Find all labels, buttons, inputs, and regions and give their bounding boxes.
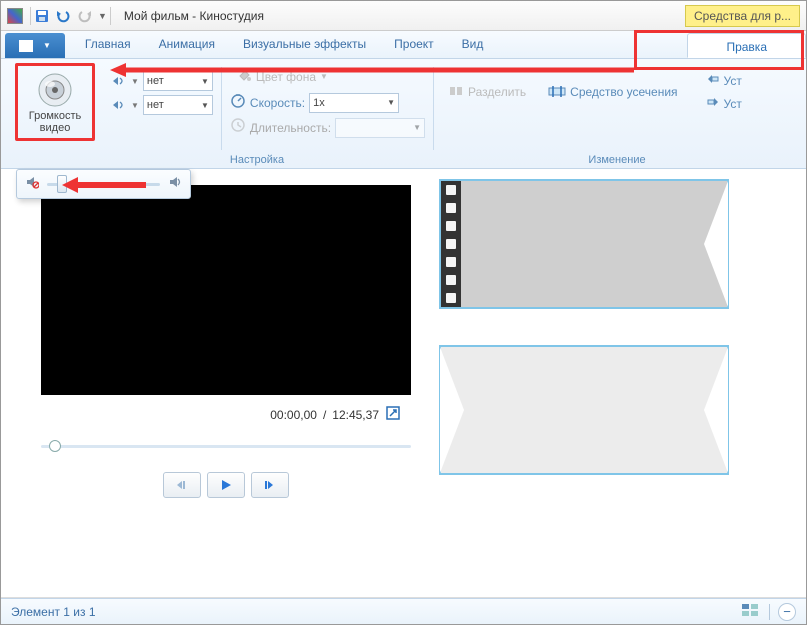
chevron-down-icon: ▼: [197, 77, 209, 86]
zoom-out-button[interactable]: −: [778, 603, 796, 621]
chevron-down-icon: ▼: [43, 41, 51, 50]
fade-in-icon: [111, 74, 127, 88]
duration-icon: [230, 117, 246, 138]
film-icon: [19, 40, 33, 52]
speed-icon: [230, 92, 246, 113]
duration-combo: ▼: [335, 118, 425, 138]
video-volume-label: Громкость видео: [24, 110, 86, 134]
timeline-clip[interactable]: [439, 345, 729, 475]
save-icon[interactable]: [34, 8, 50, 24]
video-preview[interactable]: [41, 185, 411, 395]
volume-thumb[interactable]: [57, 175, 67, 193]
fade-out-combo[interactable]: нет ▼: [143, 95, 213, 115]
tab-project[interactable]: Проект: [380, 31, 448, 58]
seek-track: [41, 445, 411, 448]
chevron-down-icon: ▼: [131, 101, 139, 110]
bgcolor-label: Цвет фона: [256, 70, 316, 84]
video-volume-button[interactable]: Громкость видео: [15, 63, 95, 141]
speaker-icon: [35, 70, 75, 110]
trim-tool-button[interactable]: Средство усечения: [542, 71, 683, 113]
set-start-button[interactable]: Уст: [700, 71, 748, 90]
speed-combo[interactable]: 1x ▼: [309, 93, 399, 113]
paint-bucket-icon: [236, 67, 252, 86]
undo-icon[interactable]: [54, 8, 72, 24]
seek-bar[interactable]: [41, 438, 411, 454]
bgcolor-button[interactable]: Цвет фона ▼: [230, 65, 334, 88]
app-icon: [7, 8, 23, 24]
tab-visual-effects[interactable]: Визуальные эффекты: [229, 31, 380, 58]
chevron-down-icon: ▼: [131, 77, 139, 86]
seek-thumb[interactable]: [49, 440, 61, 452]
split-label: Разделить: [468, 85, 526, 99]
film-strip-icon: [441, 181, 461, 307]
set-end-label: Уст: [724, 97, 742, 111]
speed-label: Скорость:: [250, 96, 305, 110]
volume-slider-popup: [16, 169, 191, 199]
divider: [30, 7, 31, 25]
clip-thumbnail: [441, 347, 727, 473]
time-total: 12:45,37: [332, 408, 379, 422]
tab-home[interactable]: Главная: [71, 31, 145, 58]
chevron-down-icon: ▼: [383, 98, 395, 107]
chevron-down-icon: ▼: [409, 123, 421, 132]
context-tab-tools[interactable]: Средства для р...: [685, 5, 800, 27]
trim-tool-label: Средство усечения: [570, 85, 677, 99]
group-label-settings: Настройка: [230, 154, 284, 168]
tab-animation[interactable]: Анимация: [145, 31, 229, 58]
fade-in-value: нет: [147, 75, 164, 87]
fade-out-icon: [111, 98, 127, 112]
chevron-down-icon: ▼: [320, 72, 328, 81]
speed-value: 1x: [313, 97, 325, 109]
play-button[interactable]: [207, 472, 245, 498]
volume-slider[interactable]: [47, 183, 160, 186]
prev-frame-button[interactable]: [163, 472, 201, 498]
split-button: Разделить: [442, 71, 532, 113]
tab-edit[interactable]: Правка: [687, 33, 806, 58]
tab-view[interactable]: Вид: [448, 31, 498, 58]
thumbnails-view-icon[interactable]: [741, 602, 761, 621]
divider: [110, 7, 111, 25]
group-label-change: Изменение: [588, 154, 645, 168]
duration-label: Длительность:: [250, 121, 331, 135]
window-title: Мой фильм - Киностудия: [124, 9, 264, 23]
speaker-icon: [168, 175, 182, 194]
marker-icon: [706, 96, 720, 111]
fullscreen-icon[interactable]: [385, 405, 401, 424]
fade-out-value: нет: [147, 99, 164, 111]
speaker-muted-icon: [25, 175, 39, 194]
trim-icon: [548, 84, 566, 101]
next-frame-button[interactable]: [251, 472, 289, 498]
chevron-down-icon: ▼: [197, 101, 209, 110]
status-item-count: Элемент 1 из 1: [11, 605, 96, 619]
redo-icon[interactable]: [76, 8, 94, 24]
split-icon: [448, 83, 464, 102]
timeline-clip[interactable]: [439, 179, 729, 309]
set-end-button[interactable]: Уст: [700, 94, 748, 113]
qat-dropdown-icon[interactable]: ▼: [98, 11, 107, 21]
file-menu-button[interactable]: ▼: [5, 33, 65, 58]
clip-thumbnail: [461, 181, 727, 307]
fade-in-combo[interactable]: нет ▼: [143, 71, 213, 91]
marker-icon: [706, 73, 720, 88]
set-start-label: Уст: [724, 74, 742, 88]
time-current: 00:00,00: [270, 408, 317, 422]
